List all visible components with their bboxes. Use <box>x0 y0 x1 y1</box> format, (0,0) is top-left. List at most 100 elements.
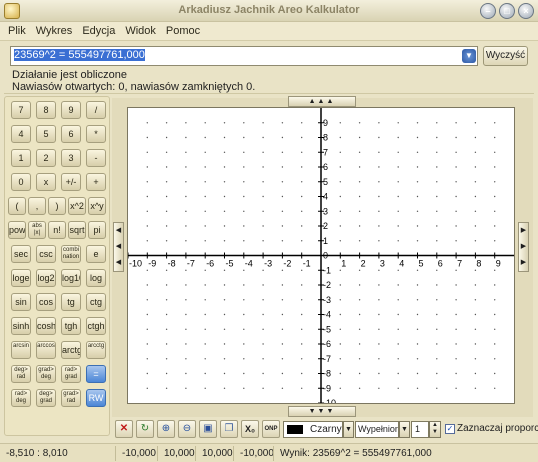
scroll-left-button[interactable]: ◀ ◀ ◀ <box>113 222 124 272</box>
fill-mode-select[interactable]: Wypełniony <box>355 421 399 438</box>
key-6-3[interactable]: e <box>86 245 106 263</box>
key-6-1[interactable]: csc <box>36 245 56 263</box>
key-5-2[interactable]: n! <box>48 221 66 239</box>
key-0-3[interactable]: / <box>86 101 106 119</box>
menu-widok[interactable]: Widok <box>125 25 156 37</box>
key-5-0[interactable]: pow <box>8 221 26 239</box>
grid-dot <box>146 210 148 212</box>
key-1-2[interactable]: 6 <box>61 125 81 143</box>
menu-plik[interactable]: Plik <box>8 25 26 37</box>
key-2-0[interactable]: 1 <box>11 149 31 167</box>
delete-icon[interactable]: ✕ <box>115 420 133 438</box>
key-10-0[interactable]: arcsin <box>11 341 31 359</box>
key-4-3[interactable]: x^2 <box>68 197 86 215</box>
menu-wykres[interactable]: Wykres <box>36 25 73 37</box>
grid-dot <box>339 210 341 212</box>
y-tick-label: 4 <box>323 192 328 202</box>
line-width-input[interactable]: 1 <box>411 421 429 438</box>
key-9-0[interactable]: sinh <box>11 317 31 335</box>
key-12-1[interactable]: deg> grad <box>36 389 56 407</box>
key-11-1[interactable]: grad> deg <box>36 365 56 383</box>
grid-dot <box>243 372 245 375</box>
key-3-0[interactable]: 0 <box>11 173 31 191</box>
graph-plot[interactable]: -10 -9 -8 -7 -6 -5 -4 -3 -2 -1 1 2 3 4 5 6 7 8 9 9 8 7 6 5 4 3 2 1 0… <box>127 107 515 404</box>
expression-input[interactable]: 23569^2 = 555497761,000 <box>10 46 478 66</box>
key-7-1[interactable]: log2 <box>36 269 56 287</box>
fill-dropdown-arrow[interactable]: ▼ <box>399 421 410 438</box>
key-6-2[interactable]: combi nation <box>61 245 81 263</box>
key-3-1[interactable]: x <box>36 173 56 191</box>
grid-dot <box>262 166 264 168</box>
key-5-1[interactable]: abs |x| <box>28 221 46 239</box>
clear-button[interactable]: Wyczyść <box>483 46 528 66</box>
key-12-3[interactable]: RW <box>86 389 106 407</box>
key-4-0[interactable]: ( <box>8 197 26 215</box>
key-2-2[interactable]: 3 <box>61 149 81 167</box>
key-7-3[interactable]: log <box>86 269 106 287</box>
grid-dot <box>223 151 226 153</box>
grid-dot <box>204 195 206 198</box>
minimize-button[interactable]: – <box>480 3 496 19</box>
scroll-up-button[interactable]: ▲▲▲ <box>288 96 356 107</box>
history-dropdown-icon[interactable]: ▼ <box>462 49 476 63</box>
grid-dot <box>358 122 361 124</box>
key-12-0[interactable]: rad> deg <box>11 389 31 407</box>
zoom-in-icon[interactable]: ⊕ <box>157 420 175 438</box>
key-0-0[interactable]: 7 <box>11 101 31 119</box>
key-9-1[interactable]: cosh <box>36 317 56 335</box>
key-10-1[interactable]: arccos <box>36 341 56 359</box>
key-3-3[interactable]: + <box>86 173 106 191</box>
key-8-3[interactable]: ctg <box>86 293 106 311</box>
key-0-1[interactable]: 8 <box>36 101 56 119</box>
key-1-1[interactable]: 5 <box>36 125 56 143</box>
key-2-3[interactable]: - <box>86 149 106 167</box>
key-4-2[interactable]: ) <box>48 197 66 215</box>
key-8-0[interactable]: sin <box>11 293 31 311</box>
menu-pomoc[interactable]: Pomoc <box>166 25 200 37</box>
key-10-3[interactable]: arcctg <box>86 341 106 359</box>
key-2-1[interactable]: 2 <box>36 149 56 167</box>
key-11-3[interactable]: = <box>86 365 106 383</box>
key-10-2[interactable]: arctg <box>61 341 81 359</box>
proportions-checkbox[interactable]: ✓ <box>445 424 455 434</box>
grid-dot <box>165 166 168 168</box>
key-5-3[interactable]: sqrt <box>68 221 86 239</box>
key-11-2[interactable]: rad> grad <box>61 365 81 383</box>
scroll-down-button[interactable]: ▼▼▼ <box>288 406 356 417</box>
copy-icon[interactable]: ❐ <box>220 420 238 438</box>
key-4-1[interactable]: , <box>28 197 46 215</box>
key-9-2[interactable]: tgh <box>61 317 81 335</box>
grid-dot <box>397 225 399 227</box>
key-7-0[interactable]: loge <box>11 269 31 287</box>
save-icon[interactable]: ▣ <box>199 420 217 438</box>
menu-edycja[interactable]: Edycja <box>82 25 115 37</box>
zoom-out-icon[interactable]: ⊖ <box>178 420 196 438</box>
key-11-0[interactable]: deg> rad <box>11 365 31 383</box>
key-0-2[interactable]: 9 <box>61 101 81 119</box>
scroll-right-button[interactable]: ▶ ▶ ▶ <box>518 222 529 272</box>
maximize-button[interactable]: □ <box>499 3 515 19</box>
line-width-spinner[interactable]: ▲ ▼ <box>429 421 441 438</box>
line-color-select[interactable]: Czarny <box>283 421 343 438</box>
title-bar: Arkadiusz Jachnik Areo Kalkulator – □ × <box>0 0 538 22</box>
key-1-3[interactable]: * <box>86 125 106 143</box>
key-6-0[interactable]: sec <box>11 245 31 263</box>
key-8-2[interactable]: tg <box>61 293 81 311</box>
onp-button[interactable]: ONP <box>262 420 280 438</box>
close-button[interactable]: × <box>518 3 534 19</box>
key-4-4[interactable]: x^y <box>88 197 106 215</box>
key-9-3[interactable]: ctgh <box>86 317 106 335</box>
grid-dot <box>262 181 264 183</box>
key-5-4[interactable]: pi <box>88 221 106 239</box>
grid-dot <box>397 358 399 360</box>
color-dropdown-arrow[interactable]: ▼ <box>343 421 354 438</box>
key-8-1[interactable]: cos <box>36 293 56 311</box>
grid-dot <box>165 372 168 375</box>
refresh-icon[interactable]: ↻ <box>136 420 154 438</box>
key-12-2[interactable]: grad> rad <box>61 389 81 407</box>
key-7-2[interactable]: log10 <box>61 269 81 287</box>
x-zero-icon[interactable]: X₀ <box>241 420 259 438</box>
grid-dot <box>455 313 457 316</box>
key-1-0[interactable]: 4 <box>11 125 31 143</box>
key-3-2[interactable]: +/- <box>61 173 81 191</box>
